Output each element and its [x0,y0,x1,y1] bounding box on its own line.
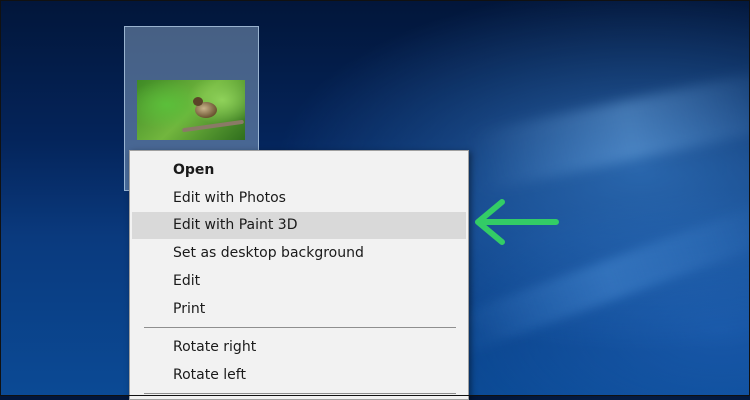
menu-item-edit-with-photos[interactable]: Edit with Photos [132,185,466,212]
wallpaper-light-beam [467,67,750,193]
thumbnail-bird-head [193,97,203,106]
bird-photo-thumbnail [137,80,245,140]
menu-item-label: Edit [173,273,201,289]
menu-item-label: Edit with Paint 3D [173,217,298,233]
menu-item-label: Open [173,162,215,178]
menu-item-print[interactable]: Print [132,296,466,323]
arrow-left-icon [475,199,559,245]
menu-item-label: Rotate right [173,339,257,355]
menu-item-label: Print [173,301,206,317]
menu-item-set-as-desktop-background[interactable]: Set as desktop background [132,240,466,267]
menu-item-label: Rotate left [173,367,246,383]
menu-item-rotate-left[interactable]: Rotate left [132,362,466,389]
menu-item-rotate-right[interactable]: Rotate right [132,334,466,361]
menu-item-label: Edit with Photos [173,190,286,206]
menu-item-label: Set as desktop background [173,245,364,261]
menu-item-open[interactable]: Open [132,157,466,184]
menu-item-edit[interactable]: Edit [132,268,466,295]
context-menu: Open Edit with Photos Edit with Paint 3D… [129,150,469,400]
thumbnail-branch [182,119,244,133]
menu-item-edit-with-paint-3d[interactable]: Edit with Paint 3D [132,212,466,239]
menu-separator [144,393,456,394]
menu-separator [144,327,456,328]
